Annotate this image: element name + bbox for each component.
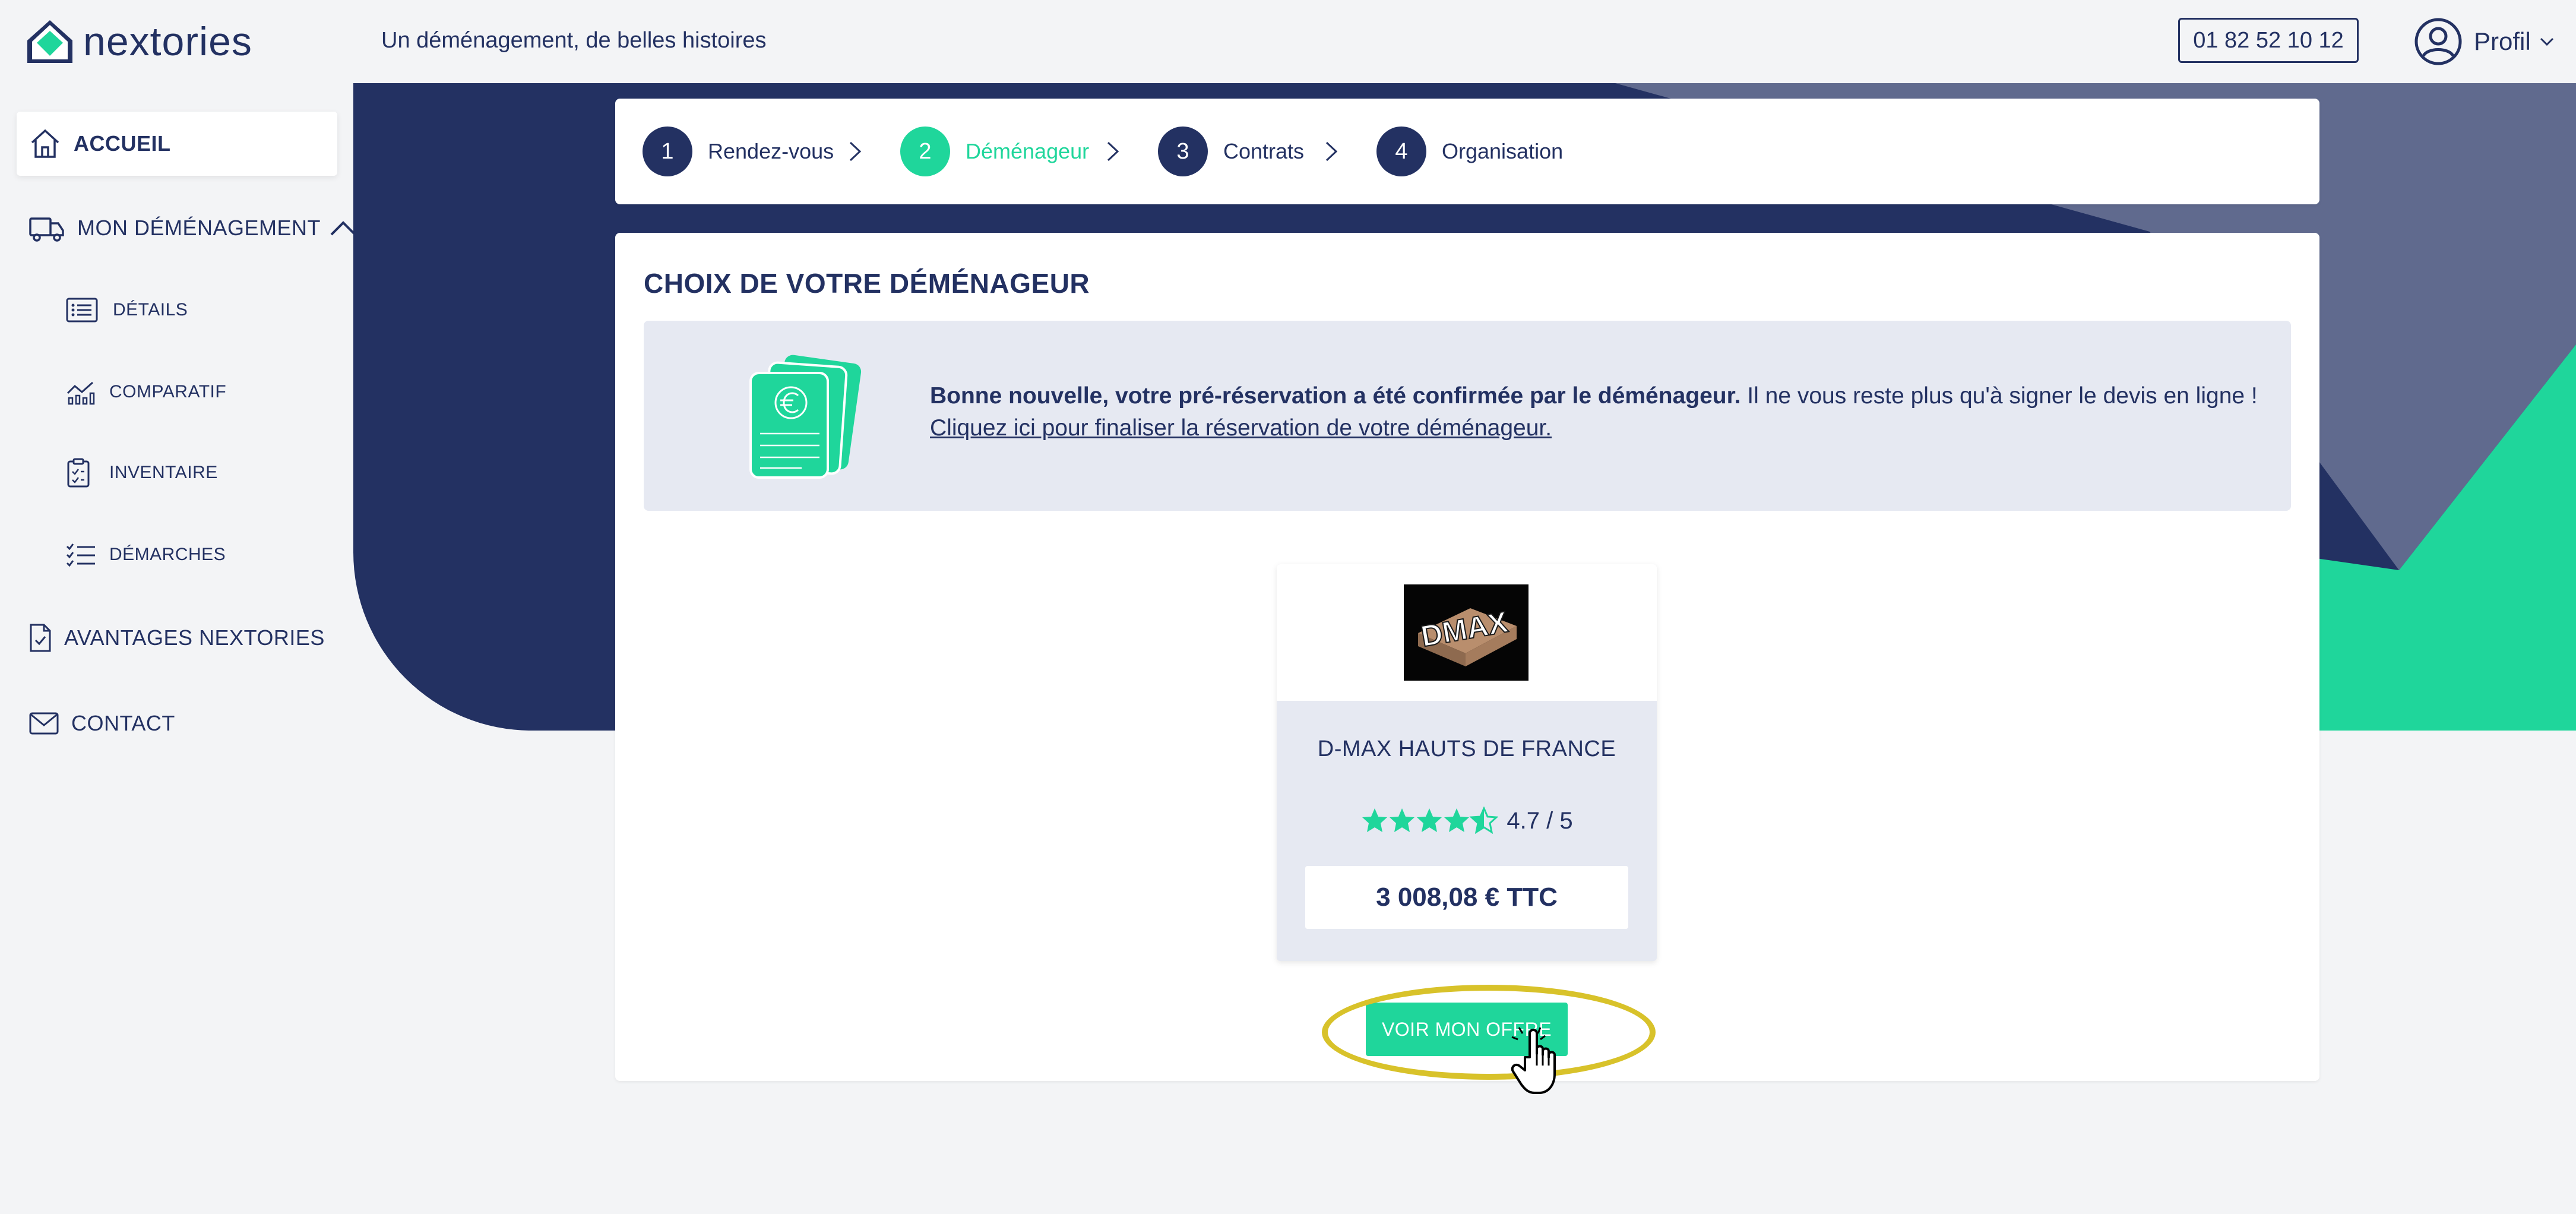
tagline: Un déménagement, de belles histoires [381,28,767,53]
chevron-right-icon [1107,141,1119,162]
mover-rating: 4.7 / 5 [1277,807,1657,835]
truck-icon [29,214,65,242]
logo-text: nextories [83,19,252,64]
phone-button[interactable]: 01 82 52 10 12 [2178,18,2359,63]
mail-icon [29,712,59,735]
star-rating-icon [1362,807,1498,833]
rating-text: 4.7 / 5 [1507,807,1573,834]
stepper: 1 Rendez-vous 2 Déménageur 3 Contrats 4 … [615,99,2319,204]
invoice-icon [749,355,862,479]
sidebar-item-contact[interactable]: CONTACT [29,704,175,742]
home-icon [29,127,62,160]
step-1[interactable]: 1 Rendez-vous [643,127,834,176]
step-3[interactable]: 3 Contrats [1158,127,1304,176]
step-2-number: 2 [900,127,950,176]
step-2-label: Déménageur [966,139,1090,163]
sidebar-item-move-label: MON DÉMÉNAGEMENT [77,216,321,240]
chevron-right-icon [1325,141,1338,162]
notice-rest-text: Il ne vous reste plus qu'à signer le dev… [1740,383,2258,409]
step-3-number: 3 [1158,127,1208,176]
finalize-reservation-link[interactable]: Cliquez ici pour finaliser la réservatio… [930,415,1552,441]
checklist-icon [65,542,96,568]
step-1-label: Rendez-vous [708,139,834,163]
mover-choice-card: CHOIX DE VOTRE DÉMÉNAGEUR Bonne nouvelle… [615,233,2319,1094]
list-icon [65,297,99,323]
sidebar-item-inventaire-label: INVENTAIRE [109,463,218,482]
mover-card[interactable]: DMAX D-MAX HAUTS DE FRANCE 4.7 / 5 3 008… [1277,564,1657,961]
chart-icon [65,379,96,405]
step-2[interactable]: 2 Déménageur [900,127,1089,176]
step-4-label: Organisation [1442,139,1564,163]
sidebar-item-home[interactable]: ACCUEIL [17,112,337,176]
page-title: CHOIX DE VOTRE DÉMÉNAGEUR [644,268,1090,299]
sidebar-item-details[interactable]: DÉTAILS [65,292,188,328]
sidebar-item-demarches-label: DÉMARCHES [109,545,226,564]
chevron-down-icon [2540,37,2553,46]
logo[interactable]: nextories [25,17,252,67]
sidebar-item-contact-label: CONTACT [71,711,175,735]
step-4-number: 4 [1376,127,1426,176]
sidebar-item-details-label: DÉTAILS [113,300,188,320]
confirmation-notice: Bonne nouvelle, votre pré-réservation a … [644,321,2291,511]
step-1-number: 1 [643,127,692,176]
mover-name: D-MAX HAUTS DE FRANCE [1317,736,1616,761]
sidebar-item-advantages[interactable]: AVANTAGES NEXTORIES [29,619,325,657]
clipboard-icon [65,457,91,488]
sidebar-item-home-label: ACCUEIL [74,131,171,156]
user-icon [2414,18,2462,65]
chevron-up-icon[interactable] [329,219,357,237]
profile-label: Profil [2474,27,2531,55]
mover-logo-area: DMAX [1277,564,1657,701]
hand-cursor-icon [1511,1027,1556,1094]
chevron-right-icon [849,141,862,162]
notice-bold-text: Bonne nouvelle, votre pré-réservation a … [930,383,1741,409]
step-4[interactable]: 4 Organisation [1376,127,1563,176]
sidebar-item-comparatif-label: COMPARATIF [109,382,227,401]
sidebar-item-move[interactable]: MON DÉMÉNAGEMENT [29,209,357,247]
step-3-label: Contrats [1223,139,1305,163]
sidebar-item-demarches[interactable]: DÉMARCHES [65,537,226,573]
profile-menu[interactable]: Profil [2413,17,2555,67]
sidebar-item-inventaire[interactable]: INVENTAIRE [65,455,218,491]
sidebar-item-comparatif[interactable]: COMPARATIF [65,374,226,410]
house-logo-icon [27,20,72,63]
sidebar-item-advantages-label: AVANTAGES NEXTORIES [64,625,325,650]
notice-text: Bonne nouvelle, votre pré-réservation a … [930,380,2266,444]
mover-price: 3 008,08 € TTC [1305,866,1628,929]
mover-logo: DMAX [1404,584,1528,681]
document-check-icon [29,622,52,653]
highlight-circle [1322,985,1656,1080]
header: nextories Un déménagement, de belles his… [0,0,2576,83]
